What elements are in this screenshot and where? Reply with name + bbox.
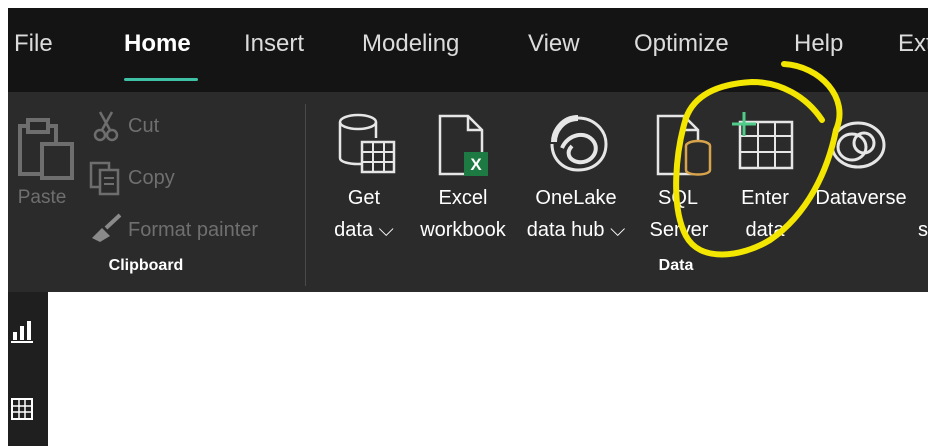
copy-label: Copy — [128, 167, 175, 189]
onelake-icon — [550, 115, 608, 172]
dataverse-label: Dataverse — [815, 187, 907, 209]
tab-home[interactable]: Home — [124, 30, 191, 58]
onelake-label-line1: OneLake — [535, 187, 617, 209]
report-view-icon[interactable] — [10, 318, 34, 344]
table-view-icon[interactable] — [10, 396, 34, 422]
data-group-label: Data — [658, 257, 694, 274]
dataverse-icon — [830, 121, 886, 169]
excel-label-line1: Excel — [438, 187, 488, 209]
tab-external-tools-partial[interactable]: Ext — [898, 30, 928, 58]
sql-server-label-line1: SQL — [657, 187, 699, 209]
tab-modeling[interactable]: Modeling — [362, 30, 459, 58]
enter-data-table-icon — [732, 112, 794, 170]
enter-data-label-line2: data — [745, 219, 785, 241]
window-top-strip — [0, 0, 928, 8]
tab-help[interactable]: Help — [794, 30, 843, 58]
tab-optimize[interactable]: Optimize — [634, 30, 729, 58]
format-painter-label: Format painter — [128, 219, 259, 241]
copy-icon — [89, 161, 120, 196]
excel-file-icon: X — [438, 114, 488, 176]
get-data-label-line1: Get — [347, 187, 381, 209]
enter-data-label-line1: Enter — [741, 187, 789, 209]
excel-label-line2: workbook — [420, 219, 506, 241]
tab-view[interactable]: View — [528, 30, 580, 58]
paste-icon — [18, 118, 74, 180]
scissors-icon — [93, 111, 119, 142]
paste-label: Paste — [17, 187, 67, 208]
partial-next-button-label: s — [918, 219, 928, 241]
view-sidebar — [8, 292, 48, 446]
active-tab-underline — [124, 78, 198, 81]
get-data-label-line2: data ⌵ — [334, 219, 394, 241]
svg-text:X: X — [470, 155, 482, 174]
tab-insert[interactable]: Insert — [244, 30, 304, 58]
clipboard-group-label: Clipboard — [108, 257, 184, 274]
report-canvas[interactable] — [48, 292, 928, 446]
group-divider — [305, 104, 306, 286]
format-painter-icon — [92, 213, 122, 242]
tab-file[interactable]: File — [14, 30, 53, 58]
cut-label: Cut — [128, 115, 160, 137]
onelake-label-line2: data hub ⌵ — [526, 219, 626, 241]
database-table-icon — [338, 113, 396, 174]
sql-server-icon — [656, 114, 712, 176]
sql-server-label-line2: Server — [649, 219, 709, 241]
